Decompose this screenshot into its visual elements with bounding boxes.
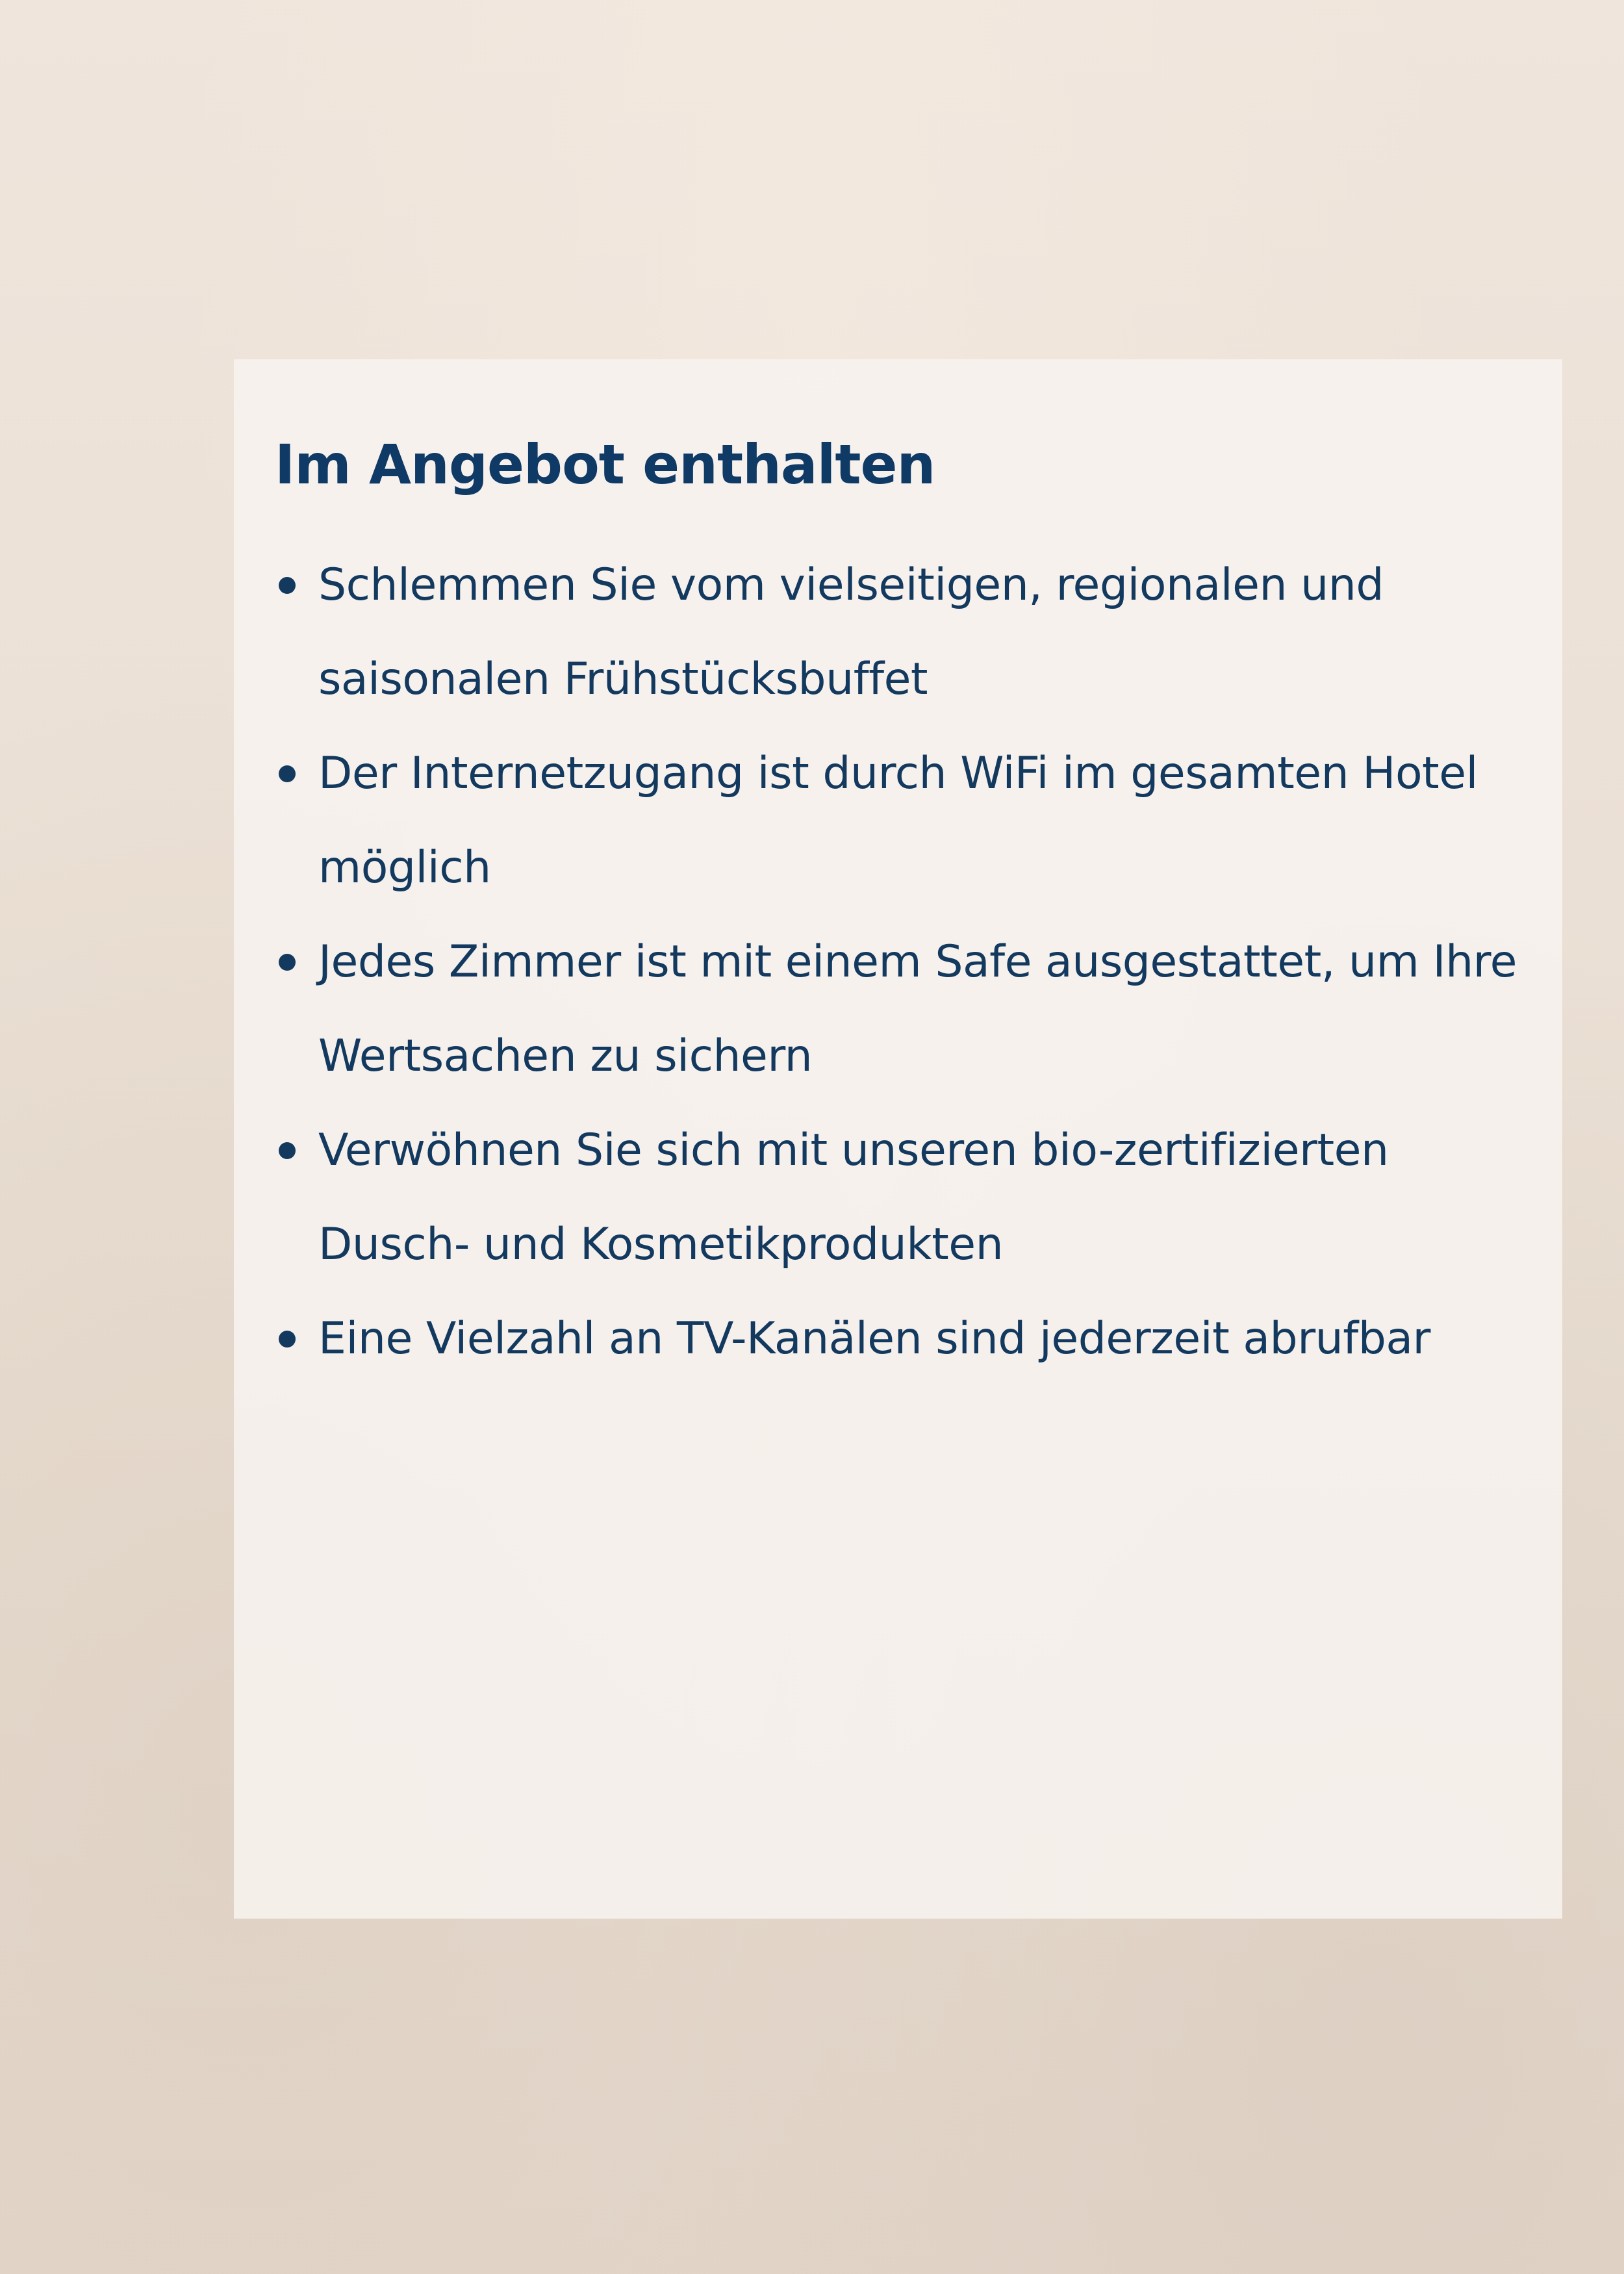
list-item-text: Jedes Zimmer ist mit einem Safe ausgesta… xyxy=(318,936,1517,1082)
list-item: Eine Vielzahl an TV-Kanälen sind jederze… xyxy=(275,1292,1523,1386)
bullet-icon xyxy=(279,954,296,971)
list-item: Der Internetzugang ist durch WiFi im ges… xyxy=(275,726,1523,915)
list-item-text: Schlemmen Sie vom vielseitigen, regional… xyxy=(318,559,1384,705)
page: { "section": { "heading": "Im Angebot en… xyxy=(0,0,1624,2274)
list-item: Verwöhnen Sie sich mit unseren bio-zerti… xyxy=(275,1103,1523,1292)
list-item: Schlemmen Sie vom vielseitigen, regional… xyxy=(275,538,1523,726)
list-item: Jedes Zimmer ist mit einem Safe ausgesta… xyxy=(275,915,1523,1103)
list-item-text: Verwöhnen Sie sich mit unseren bio-zerti… xyxy=(318,1125,1389,1270)
list-item-text: Eine Vielzahl an TV-Kanälen sind jederze… xyxy=(318,1313,1431,1364)
bullet-icon xyxy=(279,765,296,782)
info-card: Im Angebot enthalten Schlemmen Sie vom v… xyxy=(234,359,1562,1919)
feature-list: Schlemmen Sie vom vielseitigen, regional… xyxy=(275,538,1523,1386)
section-heading: Im Angebot enthalten xyxy=(275,433,935,496)
bullet-icon xyxy=(279,1331,296,1348)
bullet-icon xyxy=(279,1142,296,1159)
bullet-icon xyxy=(279,577,296,594)
list-item-text: Der Internetzugang ist durch WiFi im ges… xyxy=(318,748,1478,893)
